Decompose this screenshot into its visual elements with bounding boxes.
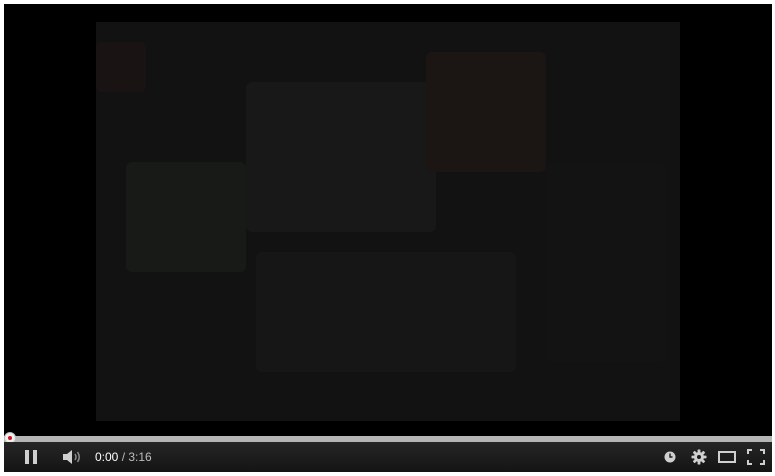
pause-icon xyxy=(25,450,29,464)
clock-icon xyxy=(664,451,676,463)
volume-button[interactable] xyxy=(60,442,86,472)
control-bar: 0:00 / 3:16 xyxy=(4,442,772,472)
pause-button[interactable] xyxy=(18,442,44,472)
theater-mode-button[interactable] xyxy=(714,442,740,472)
theater-mode-icon xyxy=(718,451,736,463)
watch-later-button[interactable] xyxy=(658,442,682,472)
video-area[interactable] xyxy=(4,4,772,436)
video-player: 0:00 / 3:16 xyxy=(4,4,772,472)
time-display: 0:00 / 3:16 xyxy=(95,442,152,472)
current-time: 0:00 xyxy=(95,450,119,464)
gear-icon xyxy=(691,449,707,465)
fullscreen-icon xyxy=(747,449,765,465)
fullscreen-button[interactable] xyxy=(742,442,770,472)
time-separator: / xyxy=(118,450,129,464)
video-frame[interactable] xyxy=(96,22,680,421)
duration: 3:16 xyxy=(128,450,152,464)
volume-icon xyxy=(63,450,80,464)
settings-button[interactable] xyxy=(686,442,712,472)
